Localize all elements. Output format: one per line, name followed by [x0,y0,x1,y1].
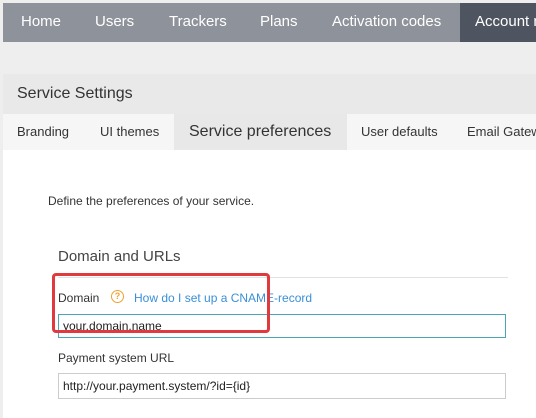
nav-trackers[interactable]: Trackers [169,3,227,42]
intro-text: Define the preferences of your service. [48,194,255,208]
panel-header: Service Settings [3,74,536,114]
payment-url-label: Payment system URL [58,351,175,365]
nav-home[interactable]: Home [21,3,61,42]
nav-plans[interactable]: Plans [260,3,298,42]
payment-url-input[interactable] [58,373,506,399]
nav-account-management[interactable]: Account m [460,3,536,42]
tab-content: Define the preferences of your service. … [3,150,536,418]
settings-tabs: Branding UI themes Service preferences U… [3,114,536,150]
top-navigation: Home Users Trackers Plans Activation cod… [3,3,536,42]
section-title: Domain and URLs [58,248,181,265]
domain-label: Domain [58,291,100,305]
nav-activation-codes[interactable]: Activation codes [332,3,441,42]
tab-service-preferences[interactable]: Service preferences [174,114,347,150]
tab-ui-themes[interactable]: UI themes [100,114,159,150]
question-circle-icon[interactable]: ? [111,290,124,303]
tab-user-defaults[interactable]: User defaults [361,114,438,150]
service-settings-panel: Service Settings Branding UI themes Serv… [3,74,536,418]
domain-input[interactable] [58,314,506,338]
tab-branding[interactable]: Branding [17,114,69,150]
cname-help-link[interactable]: How do I set up a CNAME-record [134,291,312,305]
nav-users[interactable]: Users [95,3,134,42]
panel-title: Service Settings [17,85,133,102]
tab-email-gateway[interactable]: Email Gatew [467,114,536,150]
section-divider [58,277,508,278]
